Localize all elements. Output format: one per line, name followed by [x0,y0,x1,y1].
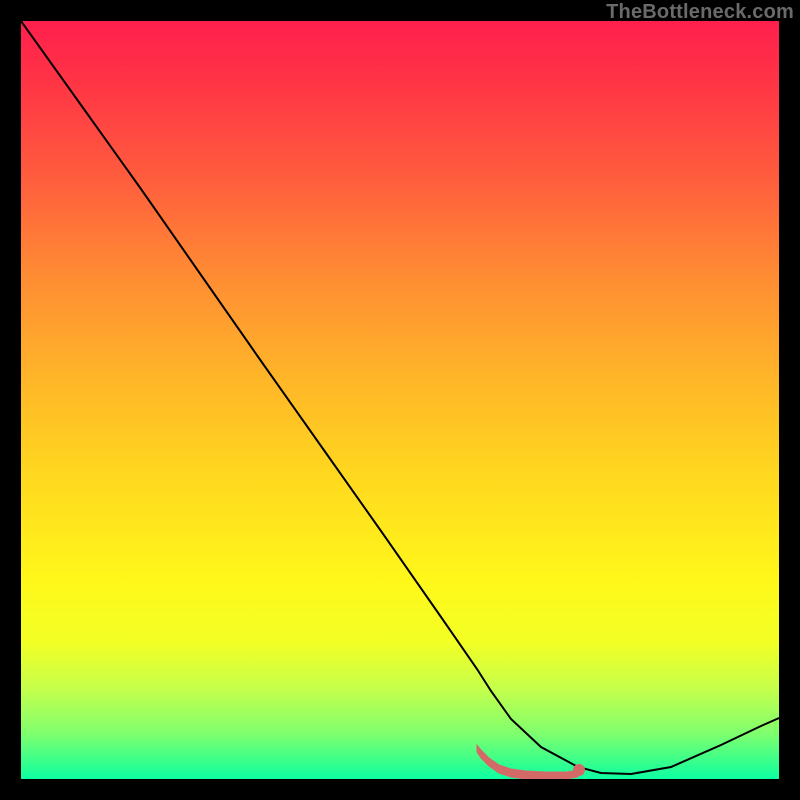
watermark-text: TheBottleneck.com [606,1,794,24]
chart-stage: TheBottleneck.com [0,0,800,800]
plot-area [21,21,779,779]
bottleneck-curve [21,21,779,774]
optimal-end-dot [573,764,585,776]
plot-overlay [21,21,779,779]
optimal-band [477,745,581,779]
